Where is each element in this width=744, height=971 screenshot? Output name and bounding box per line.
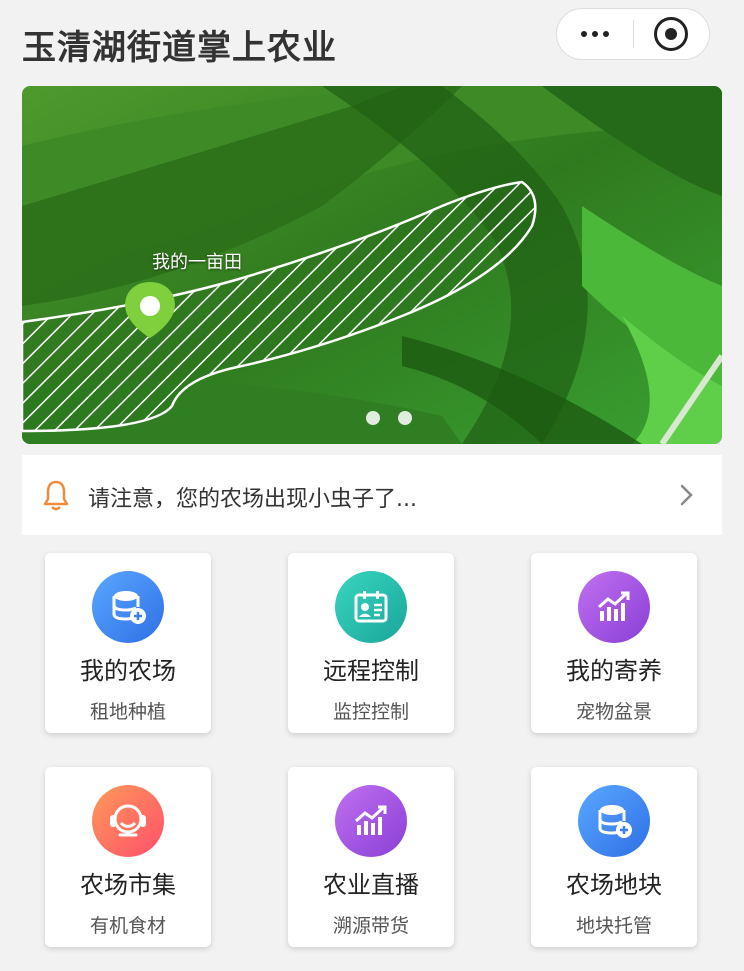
menu-card-my-foster[interactable]: 我的寄养 宠物盆景 <box>531 553 697 733</box>
card-subtitle: 有机食材 <box>89 915 166 937</box>
card-title: 农场市集 <box>80 871 176 899</box>
notice-text: 请注意，您的农场出现小虫子了... <box>88 487 417 512</box>
card-title: 农场地块 <box>566 871 662 899</box>
bell-icon <box>43 480 69 511</box>
menu-card-farm-plot[interactable]: 农场地块 地块托管 <box>531 767 697 947</box>
card-title: 我的寄养 <box>566 657 662 685</box>
farm-field-image <box>22 86 722 444</box>
pin-label: 我的一亩田 <box>152 252 242 273</box>
card-subtitle: 监控控制 <box>332 701 409 723</box>
id-card-icon <box>335 571 407 643</box>
database-icon <box>92 571 164 643</box>
database-icon <box>578 785 650 857</box>
chart-up-icon <box>578 571 650 643</box>
menu-card-remote-control[interactable]: 远程控制 监控控制 <box>288 553 454 733</box>
carousel-dot[interactable] <box>398 411 412 425</box>
more-button[interactable] <box>557 9 633 59</box>
card-subtitle: 溯源带货 <box>332 915 409 937</box>
carousel-dot[interactable] <box>366 411 380 425</box>
more-dots-icon <box>580 31 609 37</box>
close-button[interactable] <box>634 9 710 59</box>
card-title: 远程控制 <box>323 657 419 685</box>
menu-card-agri-live[interactable]: 农业直播 溯源带货 <box>288 767 454 947</box>
target-circle-icon <box>654 17 689 51</box>
card-subtitle: 租地种植 <box>89 701 166 723</box>
card-subtitle: 宠物盆景 <box>575 701 652 723</box>
chart-up-icon <box>335 785 407 857</box>
menu-card-farm-market[interactable]: 农场市集 有机食材 <box>45 767 211 947</box>
banner-carousel[interactable]: 我的一亩田 <box>22 86 722 444</box>
mini-program-capsule <box>556 8 710 60</box>
app-title: 玉清湖街道掌上农业 <box>22 28 337 68</box>
card-title: 农业直播 <box>323 871 419 899</box>
smiley-icon <box>92 785 164 857</box>
card-title: 我的农场 <box>80 657 176 685</box>
card-subtitle: 地块托管 <box>575 915 652 937</box>
notice-bar[interactable]: 请注意，您的农场出现小虫子了... <box>22 455 722 535</box>
carousel-indicator <box>366 411 412 425</box>
chevron-right-icon <box>680 484 693 506</box>
header: 玉清湖街道掌上农业 <box>0 0 744 86</box>
menu-card-my-farm[interactable]: 我的农场 租地种植 <box>45 553 211 733</box>
